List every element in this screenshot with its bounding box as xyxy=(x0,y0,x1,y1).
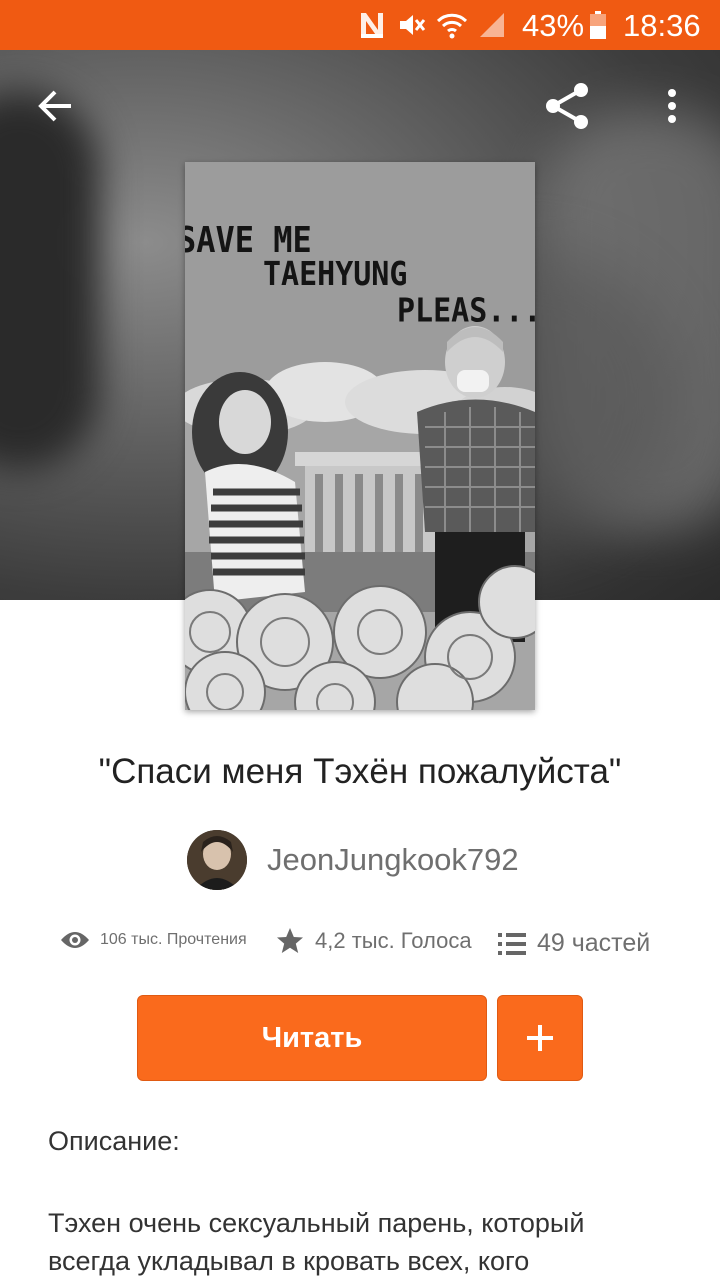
cover-text-line-1: SAVE ME xyxy=(185,220,312,261)
signal-icon xyxy=(477,10,507,40)
share-icon xyxy=(546,83,588,129)
votes-stat: 4,2 тыс. Голоса xyxy=(276,927,472,955)
avatar[interactable] xyxy=(187,830,247,890)
back-button[interactable] xyxy=(26,78,86,134)
book-cover[interactable]: SAVE ME TAEHYUNG PLEAS... xyxy=(185,162,535,710)
description-heading: Описание: xyxy=(48,1126,180,1156)
cover-text-line-2: TAEHYUNG xyxy=(263,256,407,294)
author-row[interactable]: JeonJungkook792 xyxy=(0,830,720,890)
eye-icon xyxy=(61,932,89,948)
reads-count: 106 тыс. Прочтения xyxy=(100,931,247,948)
n-notification-icon xyxy=(356,10,388,40)
description-text: Тэхен очень сексуальный парень, который … xyxy=(48,1208,585,1276)
share-button[interactable] xyxy=(538,76,598,136)
parts-stat: 49 частей xyxy=(498,929,650,958)
mute-icon xyxy=(395,10,427,40)
back-arrow-icon xyxy=(38,90,71,122)
read-button[interactable]: Читать xyxy=(137,995,487,1081)
cover-text-line-3: PLEAS... xyxy=(397,292,535,330)
wifi-icon xyxy=(435,10,469,40)
clock: 18:36 xyxy=(623,8,701,43)
more-options-button[interactable] xyxy=(650,80,694,132)
parts-count: 49 частей xyxy=(537,929,651,957)
author-name[interactable]: JeonJungkook792 xyxy=(267,842,519,878)
list-icon xyxy=(498,932,526,955)
plus-icon xyxy=(527,1025,553,1051)
votes-count: 4,2 тыс. Голоса xyxy=(315,928,472,953)
reads-stat: 106 тыс. Прочтения xyxy=(60,929,247,951)
add-to-library-button[interactable] xyxy=(497,995,583,1081)
star-icon xyxy=(277,928,303,953)
story-title: "Спаси меня Тэхён пожалуйста" xyxy=(98,752,622,791)
status-bar: 43% 18:36 xyxy=(0,0,720,50)
more-vertical-icon xyxy=(668,89,676,123)
battery-icon xyxy=(588,10,608,40)
battery-percent: 43% xyxy=(522,8,585,43)
story-stats: 106 тыс. Прочтения 4,2 тыс. Голоса 49 ча… xyxy=(0,925,720,965)
